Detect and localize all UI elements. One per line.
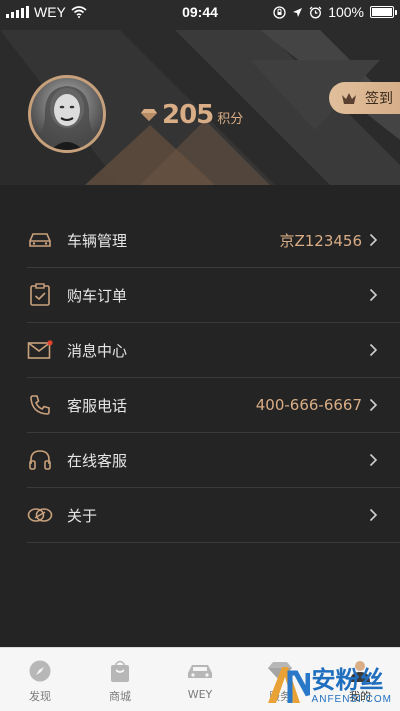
chevron-right-icon [369,398,378,412]
avatar-photo [33,86,101,150]
watermark-sub: ANFENSI.COM [311,694,392,705]
menu-label: 客服电话 [67,396,128,415]
location-arrow-icon [293,7,303,17]
clipboard-check-icon [27,282,53,308]
chevron-right-icon [369,343,378,357]
tab-label: 发现 [29,690,51,703]
watermark-text: 安粉丝 [311,667,384,694]
orientation-lock-icon [273,5,286,19]
compass-icon [28,658,52,684]
battery-icon [370,6,397,18]
menu-item-purchase-orders[interactable]: 购车订单 [27,268,400,323]
hotline-number: 400-666-6667 [255,396,362,414]
tab-label: 商城 [109,690,131,703]
diamond-icon [141,109,157,121]
chevron-right-icon [369,233,378,247]
menu-item-about[interactable]: 关于 [27,488,400,543]
plate-number: 京Z123456 [279,231,362,250]
menu-item-message-center[interactable]: 消息中心 [27,323,400,378]
menu-item-online-support[interactable]: 在线客服 [27,433,400,488]
mail-icon [27,337,53,363]
car-icon [186,658,214,684]
menu-label: 在线客服 [67,451,128,470]
menu-label: 购车订单 [67,286,128,305]
tab-label: WEY [187,688,213,701]
menu-label: 车辆管理 [67,231,128,250]
menu-label: 消息中心 [67,341,128,360]
settings-menu: 车辆管理 京Z123456 购车订单 消息中心 客服电话 400-666-666… [0,213,400,543]
chevron-right-icon [369,453,378,467]
wey-logo-icon [27,502,53,528]
tab-discover[interactable]: 发现 [0,648,80,711]
avatar[interactable] [28,75,106,153]
car-icon [27,227,53,253]
menu-label: 关于 [67,506,98,525]
sign-in-button[interactable]: 签到 [329,82,400,114]
battery-percent: 100% [328,4,364,20]
points-value: 205 [162,100,214,130]
headset-icon [27,447,53,473]
menu-item-vehicle-management[interactable]: 车辆管理 京Z123456 [27,213,400,268]
alarm-icon [309,6,322,18]
tab-mall[interactable]: 商城 [80,648,160,711]
crown-icon [342,92,356,104]
chevron-right-icon [369,508,378,522]
shopping-bag-icon [109,658,131,684]
phone-icon [27,392,53,418]
profile-header: WEY 09:44 100% 205 积分 签到 [0,0,400,185]
tab-wey[interactable]: WEY [160,648,240,711]
points-unit: 积分 [217,112,244,127]
watermark-an-icon [267,667,310,703]
menu-item-service-hotline[interactable]: 客服电话 400-666-6667 [27,378,400,433]
sign-in-label: 签到 [365,91,393,107]
status-bar: WEY 09:44 100% [0,0,400,24]
chevron-right-icon [369,288,378,302]
watermark-logo: 安粉丝 ANFENSI.COM [266,665,392,705]
points-display: 205 积分 [140,100,243,130]
